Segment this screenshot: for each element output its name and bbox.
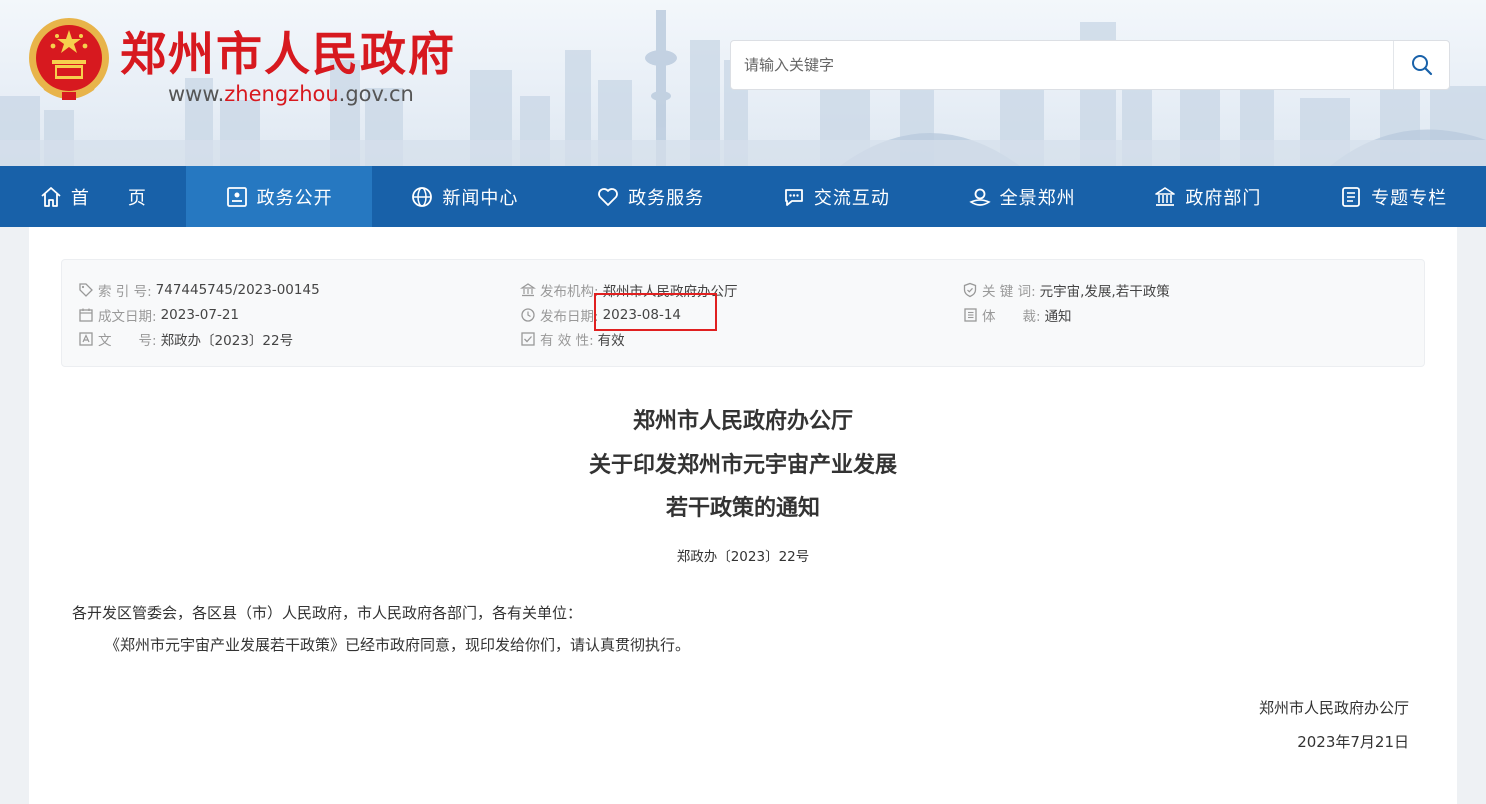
site-url-highlight: zhengzhou [224,82,339,106]
document-salutation: 各开发区管委会，各区县（市）人民政府，市人民政府各部门，各有关单位： [72,604,583,622]
nav-label-government-services: 政务服务 [628,187,705,209]
meta-genre-label: 体 裁: [982,308,1041,325]
meta-written-date: 成文日期: 2023-07-21 [78,303,320,328]
article-container: 索 引 号: 747445745/2023-00145 成文日期: 2023-07-… [29,227,1457,804]
panorama-icon [968,188,991,206]
checkbox-check-icon [521,332,535,346]
meta-genre-value: 通知 [1044,308,1072,325]
search-input[interactable] [731,41,1393,89]
meta-index-number-label: 索 引 号: [98,284,152,301]
meta-keywords-value: 元宇宙,发展,若干政策 [1039,284,1170,301]
metadata-column-right: 关 键 词: 元宇宙,发展,若干政策 体 裁: 通知 [962,278,1170,327]
meta-publish-date-label: 发布日期: [540,308,599,325]
document-signer: 郑州市人民政府办公厅 [1258,699,1409,717]
site-header: 郑州市人民政府 www.zhengzhou.gov.cn [0,0,1486,166]
tag-icon [79,283,93,298]
shield-check-icon [963,283,977,298]
national-emblem-logo[interactable] [26,16,112,104]
document-body-paragraph: 《郑州市元宇宙产业发展若干政策》已经市政府同意，现印发给你们，请认真贯彻执行。 [105,636,691,654]
meta-publisher-label: 发布机构: [540,284,599,301]
nav-label-special-topics: 专题专栏 [1371,187,1448,209]
meta-written-date-value: 2023-07-21 [160,306,240,323]
meta-index-number: 索 引 号: 747445745/2023-00145 [78,278,320,303]
main-nav: 首 页 政务公开 新闻中心 政务服务 交流互动 全景郑州 政府部门 专题专栏 [0,166,1486,227]
meta-keywords-label: 关 键 词: [982,284,1036,301]
nav-item-panorama-zhengzhou[interactable]: 全景郑州 [929,166,1115,227]
meta-document-number-label: 文 号: [98,333,157,350]
heart-icon [598,187,619,206]
site-url-suffix: .gov.cn [338,82,414,106]
site-url[interactable]: www.zhengzhou.gov.cn [168,82,414,106]
meta-keywords: 关 键 词: 元宇宙,发展,若干政策 [962,278,1170,303]
document-badge-icon [226,186,247,207]
nav-item-home[interactable]: 首 页 [0,166,186,227]
search-box [730,40,1450,90]
chat-icon [784,188,803,206]
nav-label-home: 首 页 [70,187,147,209]
globe-icon [412,186,433,207]
site-title[interactable]: 郑州市人民政府 [120,18,456,84]
document-title-line-3: 若干政策的通知 [665,495,820,521]
list-icon [1342,186,1361,207]
search-icon [1411,55,1432,76]
meta-validity-label: 有 效 性: [540,333,594,350]
calendar-icon [79,308,93,322]
nav-label-interaction: 交流互动 [813,187,890,209]
nav-item-interaction[interactable]: 交流互动 [743,166,929,227]
nav-item-government-services[interactable]: 政务服务 [557,166,743,227]
document-title-line-1: 郑州市人民政府办公厅 [632,408,853,434]
nav-label-government-affairs-open: 政务公开 [256,187,333,209]
publish-date-highlight-box [594,293,717,331]
nav-item-special-topics[interactable]: 专题专栏 [1300,166,1486,227]
metadata-column-left: 索 引 号: 747445745/2023-00145 成文日期: 2023-07-… [78,278,320,352]
meta-validity-value: 有效 [597,333,625,350]
nav-item-government-affairs-open[interactable]: 政务公开 [185,166,372,227]
meta-written-date-label: 成文日期: [98,308,157,325]
document-metadata-panel: 索 引 号: 747445745/2023-00145 成文日期: 2023-07-… [61,259,1425,367]
search-button[interactable] [1393,41,1449,89]
document-date: 2023年7月21日 [1297,733,1409,751]
nav-label-panorama-zhengzhou: 全景郑州 [999,187,1076,209]
notebook-icon [964,308,977,322]
meta-index-number-value: 747445745/2023-00145 [155,282,320,299]
government-building-icon [1155,186,1176,206]
meta-document-number-value: 郑政办〔2023〕22号 [160,333,294,350]
document-number: 郑政办〔2023〕22号 [676,549,810,565]
nav-item-government-departments[interactable]: 政府部门 [1115,166,1301,227]
meta-genre: 体 裁: 通知 [962,303,1170,328]
home-icon [41,186,61,207]
clock-icon [521,308,535,322]
nav-label-government-departments: 政府部门 [1185,187,1262,209]
nav-item-news-center[interactable]: 新闻中心 [372,166,558,227]
nav-label-news-center: 新闻中心 [442,187,519,209]
text-document-icon [79,332,93,346]
document-title-line-2: 关于印发郑州市元宇宙产业发展 [588,452,897,478]
site-url-prefix: www. [168,82,225,106]
meta-document-number: 文 号: 郑政办〔2023〕22号 [78,327,320,352]
institution-icon [520,283,536,297]
